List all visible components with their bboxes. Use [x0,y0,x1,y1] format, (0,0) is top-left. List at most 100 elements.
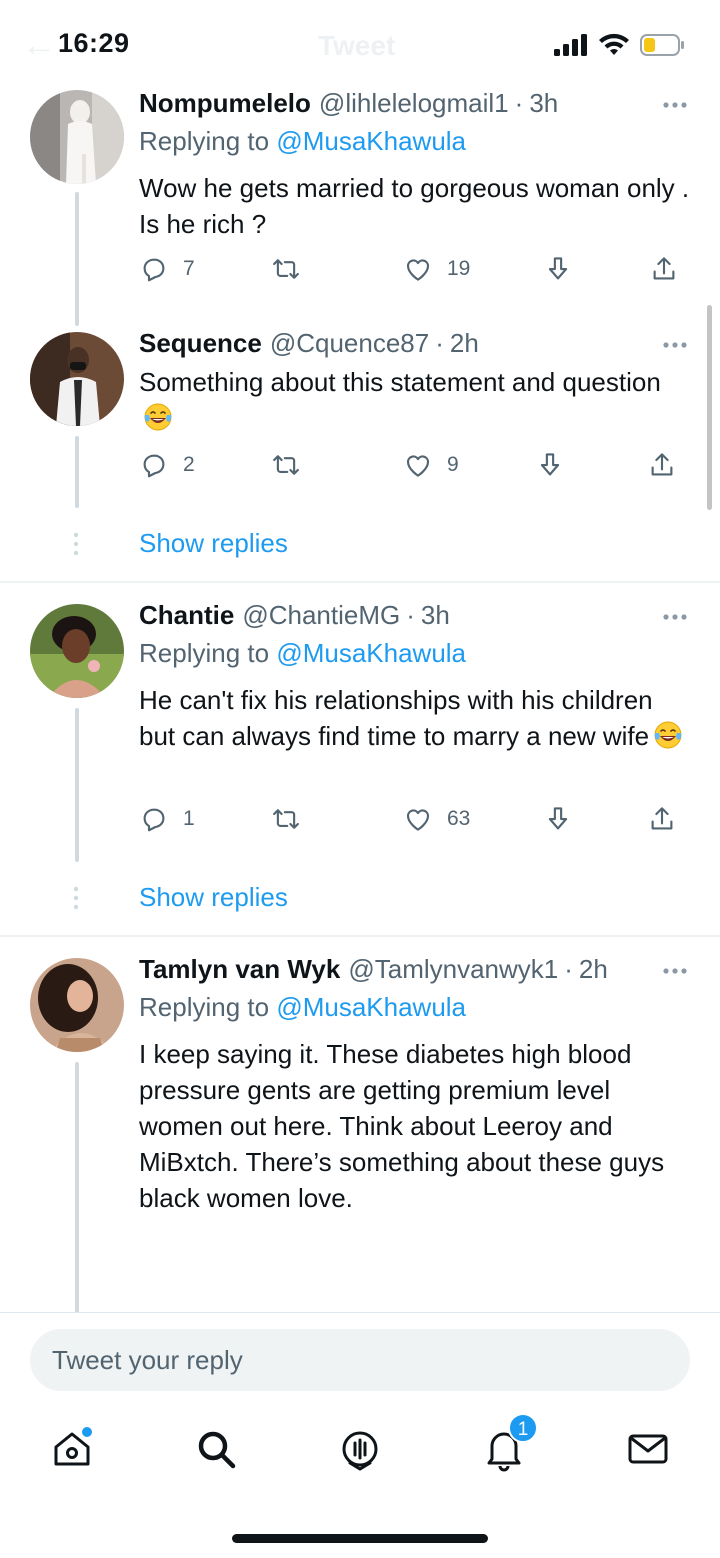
downvote-button[interactable] [535,448,565,482]
tab-spaces[interactable] [336,1425,384,1473]
scrollbar[interactable] [707,305,712,510]
retweet-icon [273,809,299,829]
retweet-button[interactable] [271,448,301,482]
more-icon[interactable] [660,602,690,632]
timestamp[interactable]: 2h [579,954,608,985]
notifications-badge: 1 [508,1413,538,1443]
tweet-header: Sequence @Cquence87 · 2h [139,328,690,362]
reply-button[interactable]: 7 [139,252,195,286]
like-button[interactable]: 9 [403,448,459,482]
tweet-text: He can't fix his relationships with his … [139,685,653,751]
avatar-tamlyn[interactable] [30,958,124,1052]
display-name[interactable]: Nompumelelo [139,88,311,119]
share-icon [653,257,675,280]
retweet-button[interactable] [271,802,301,836]
timestamp[interactable]: 3h [529,88,558,119]
wifi-icon [599,33,629,55]
display-name[interactable]: Tamlyn van Wyk [139,954,340,985]
tweet-actions: 2 9 [139,448,689,482]
replying-mention-link[interactable]: @MusaKhawula [276,126,466,156]
tweet-text: Something about this statement and quest… [139,367,661,397]
share-icon [651,807,673,830]
handle[interactable]: @Cquence87 [270,328,429,359]
show-replies-link[interactable]: Show replies [139,882,288,913]
heart-icon [406,809,430,831]
search-icon [198,1431,236,1469]
status-time: 16:29 [58,28,130,58]
tweet-sequence[interactable]: Sequence @Cquence87 · 2h Something about… [0,328,720,582]
tweet-chantie[interactable]: Chantie @ChantieMG · 3h Replying to @Mus… [0,600,720,936]
replying-mention-link[interactable]: @MusaKhawula [276,992,466,1022]
share-button[interactable] [649,252,679,286]
display-name[interactable]: Chantie [139,600,234,631]
share-button[interactable] [647,802,677,836]
display-name[interactable]: Sequence [139,328,262,359]
replying-to: Replying to @MusaKhawula [139,126,690,160]
heart-icon [406,259,430,281]
share-icon [651,453,673,476]
like-button[interactable]: 63 [403,802,470,836]
avatar-chantie[interactable] [30,604,124,698]
like-button[interactable]: 19 [403,252,470,286]
retweet-button[interactable] [271,252,301,286]
downvote-button[interactable] [543,252,573,286]
tweet-header: Nompumelelo @lihlelelogmail1 · 3h [139,88,690,122]
face-with-tears-of-joy-icon [654,721,682,749]
replying-prefix: Replying to [139,992,270,1022]
avatar-sequence[interactable] [30,332,124,426]
tweet-reply-input[interactable] [30,1329,690,1391]
handle[interactable]: @Tamlynvanwyk1 [348,954,558,985]
handle[interactable]: @lihlelelogmail1 [319,88,509,119]
replying-to: Replying to @MusaKhawula [139,992,690,1026]
tab-bar: 1 [0,1413,720,1493]
more-icon[interactable] [660,330,690,360]
reply-count: 7 [183,257,195,280]
tab-notifications[interactable]: 1 [480,1413,538,1473]
reply-count: 2 [183,453,195,476]
spaces-icon [342,1431,378,1471]
more-icon[interactable] [660,90,690,120]
downvote-arrow-icon [548,807,568,830]
reply-icon [143,258,165,282]
handle[interactable]: @ChantieMG [242,600,400,631]
tab-home[interactable] [48,1425,96,1473]
show-replies-link[interactable]: Show replies [139,528,288,559]
thread-line [75,192,79,326]
tweet-text-wrap: Something about this statement and quest… [139,364,690,436]
tweet-tamlyn[interactable]: Tamlyn van Wyk @Tamlynvanwyk1 · 2h Reply… [0,954,720,1312]
separator-dot: · [406,600,415,630]
reply-button[interactable]: 1 [139,802,195,836]
replying-to: Replying to @MusaKhawula [139,638,690,672]
status-bar: ← Tweet 16:29 [0,0,720,88]
tweet-text-wrap: He can't fix his relationships with his … [139,682,690,754]
like-count: 19 [447,257,471,280]
home-unread-dot [82,1427,92,1437]
tweet-header: Tamlyn van Wyk @Tamlynvanwyk1 · 2h [139,954,690,988]
like-count: 9 [447,453,459,476]
reply-feed[interactable]: Nompumelelo @lihlelelogmail1 · 3h Replyi… [0,88,720,1312]
cellular-signal-icon [554,34,587,56]
status-icons [554,30,686,60]
like-count: 63 [447,807,471,830]
tab-messages[interactable] [624,1425,672,1473]
avatar-nompumelelo[interactable] [30,90,124,184]
thread-continuation-dots-icon [73,886,79,910]
heart-icon [406,455,430,477]
divider [0,935,720,937]
tab-search[interactable] [192,1425,240,1473]
replying-mention-link[interactable]: @MusaKhawula [276,638,466,668]
reply-composer[interactable] [30,1329,690,1391]
timestamp[interactable]: 3h [421,600,450,631]
downvote-button[interactable] [543,802,573,836]
tweet-header: Chantie @ChantieMG · 3h [139,600,690,634]
replying-prefix: Replying to [139,638,270,668]
header-title-ghost: Tweet [318,30,396,61]
share-button[interactable] [647,448,677,482]
replying-prefix: Replying to [139,126,270,156]
more-icon[interactable] [660,956,690,986]
tweet-text: I keep saying it. These diabetes high bl… [139,1039,665,1213]
tweet-nompumelelo[interactable]: Nompumelelo @lihlelelogmail1 · 3h Replyi… [0,88,720,326]
reply-button[interactable]: 2 [139,448,195,482]
messages-icon [628,1434,668,1464]
timestamp[interactable]: 2h [450,328,479,359]
